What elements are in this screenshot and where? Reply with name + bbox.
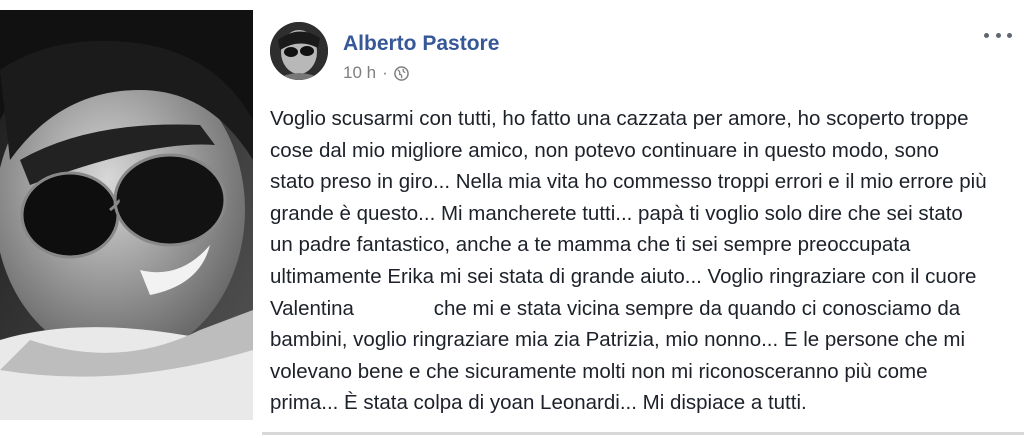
post-text-line: bambini, voglio ringraziare mia zia Patr… [270, 328, 966, 352]
divider [262, 432, 1024, 435]
post-text-line: Voglio scusarmi con tutti, ho fatto una … [270, 107, 969, 130]
post-text-line: volevano bene e che sicuramente molti no… [270, 359, 928, 383]
post-meta: 10 h · [343, 63, 409, 83]
post-text: Voglio scusarmi con tutti, ho fatto una … [270, 103, 1000, 419]
dot-icon [995, 32, 1001, 38]
post-text-line: prima... È stata colpa di yoan Leonardi.… [270, 391, 807, 415]
avatar-image [270, 22, 328, 80]
post-time[interactable]: 10 h [343, 63, 376, 83]
dot-icon [984, 32, 989, 38]
facebook-post: Alberto Pastore 10 h · Voglio scusarmi c… [262, 12, 1012, 430]
author-name[interactable]: Alberto Pastore [343, 32, 499, 56]
dot-icon [1007, 32, 1012, 38]
post-text-line: stato preso in giro... Nella mia vita ho… [270, 170, 987, 194]
portrait-image [0, 10, 253, 420]
post-text-line: un padre fantastico, anche a te mamma ch… [270, 233, 911, 257]
globe-icon[interactable] [393, 65, 409, 81]
avatar[interactable] [270, 22, 328, 80]
post-text-line: grande è questo... Mi mancherete tutti..… [270, 201, 963, 225]
profile-photo-large [0, 10, 253, 420]
post-text-line: ultimamente Erika mi sei stata di grande… [270, 264, 977, 288]
more-options-icon[interactable] [984, 28, 1012, 42]
meta-separator: · [382, 63, 388, 82]
post-text-line: cose dal mio migliore amico, non potevo … [270, 138, 939, 162]
post-text-line: Valentina che mi e stata vicina sempre d… [270, 296, 961, 320]
